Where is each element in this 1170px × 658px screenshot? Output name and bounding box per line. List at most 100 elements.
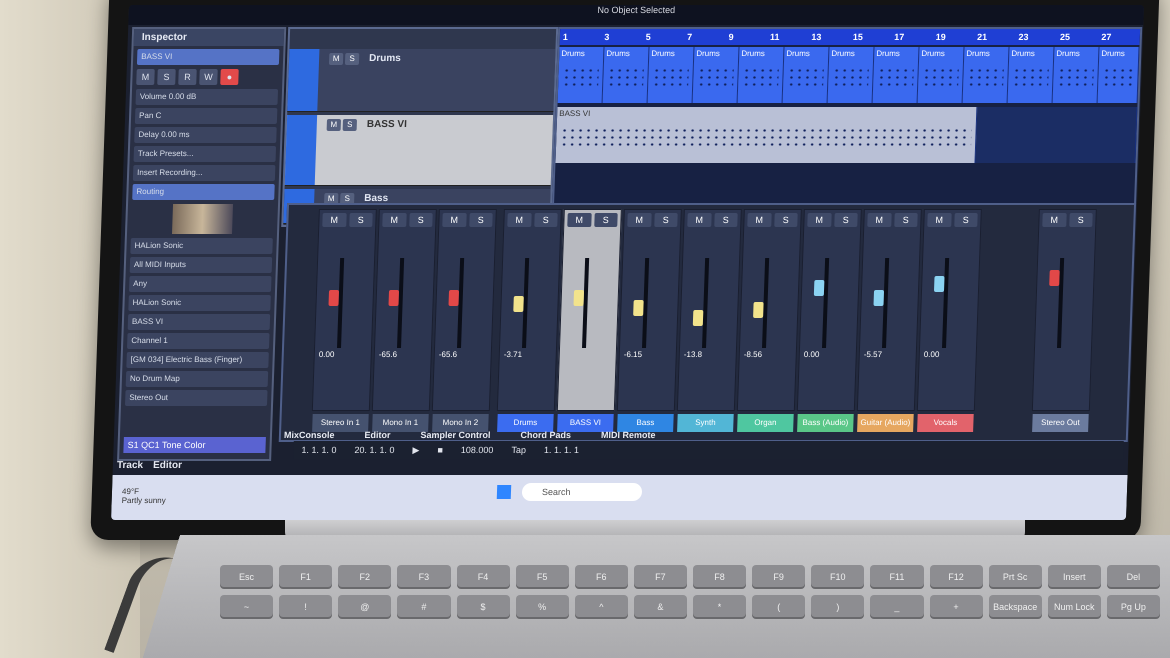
- key[interactable]: F1: [279, 565, 333, 589]
- weather-widget[interactable]: 49°F Partly sunny: [122, 487, 167, 505]
- key[interactable]: F12: [929, 565, 983, 589]
- windows-start-icon[interactable]: [496, 485, 512, 499]
- solo-button[interactable]: S: [893, 213, 918, 227]
- solo-button[interactable]: S: [653, 213, 678, 227]
- channel-strip[interactable]: MS -5.57 Guitar (Audio): [856, 209, 922, 432]
- key[interactable]: F5: [515, 565, 569, 589]
- solo-button[interactable]: S: [157, 69, 176, 85]
- fader-handle[interactable]: [328, 290, 340, 306]
- stop-icon[interactable]: ■: [437, 445, 443, 455]
- mute-button[interactable]: M: [507, 213, 532, 227]
- fader-handle[interactable]: [513, 296, 524, 312]
- key[interactable]: (: [752, 595, 806, 619]
- drums-part[interactable]: Drums: [647, 47, 695, 103]
- play-icon[interactable]: ▶: [412, 445, 419, 456]
- key[interactable]: F10: [811, 565, 865, 589]
- timeline-ruler[interactable]: 1 3 5 7 9 11 13 15 17 19 21 23 25 27: [559, 29, 1141, 45]
- key[interactable]: Esc: [220, 565, 274, 589]
- channel-strip[interactable]: MS 0.00 Bass (Audio): [796, 209, 862, 432]
- tab-editor[interactable]: Editor: [153, 460, 182, 471]
- mute-button[interactable]: M: [382, 213, 407, 227]
- master-strip[interactable]: MS Stereo Out: [1031, 209, 1097, 432]
- key[interactable]: F2: [338, 565, 392, 589]
- key[interactable]: Pg Up: [1106, 595, 1160, 619]
- output-select[interactable]: Stereo Out: [124, 390, 268, 406]
- key[interactable]: F6: [574, 565, 628, 589]
- fader-handle[interactable]: [753, 302, 764, 318]
- solo-button[interactable]: S: [1068, 213, 1093, 227]
- key[interactable]: *: [693, 595, 747, 619]
- channel-strip[interactable]: MS -13.8 Synth: [676, 209, 742, 432]
- left-locator[interactable]: 1. 1. 1. 0: [301, 445, 336, 455]
- tone-color-bar[interactable]: S1 QC1 Tone Color: [123, 437, 266, 453]
- key[interactable]: @: [338, 595, 392, 619]
- solo-button[interactable]: S: [833, 213, 858, 227]
- tap-button[interactable]: Tap: [511, 445, 526, 455]
- delay-row[interactable]: Delay 0.00 ms: [134, 127, 277, 143]
- fader-handle[interactable]: [388, 290, 400, 306]
- key[interactable]: F7: [633, 565, 687, 589]
- drums-part[interactable]: Drums: [737, 47, 785, 103]
- solo-button[interactable]: S: [342, 119, 358, 131]
- tab-editor[interactable]: Editor: [364, 430, 390, 440]
- drums-part[interactable]: Drums: [1097, 47, 1140, 103]
- solo-button[interactable]: S: [773, 213, 798, 227]
- track-row[interactable]: MS BASS VI: [284, 115, 554, 186]
- channel-select[interactable]: Channel 1: [126, 333, 270, 349]
- channel-strip[interactable]: MS -6.15 Bass: [616, 209, 682, 432]
- mute-button[interactable]: M: [322, 213, 347, 227]
- pan-row[interactable]: Pan C: [134, 108, 278, 124]
- key[interactable]: %: [515, 595, 569, 619]
- drums-part[interactable]: Drums: [557, 47, 605, 103]
- mute-button[interactable]: M: [136, 69, 155, 85]
- key[interactable]: ^: [574, 595, 628, 619]
- fader-handle[interactable]: [448, 290, 460, 306]
- drums-part[interactable]: Drums: [692, 47, 740, 103]
- right-locator[interactable]: 20. 1. 1. 0: [354, 445, 394, 455]
- record-enable-button[interactable]: ●: [220, 69, 239, 85]
- mute-button[interactable]: M: [326, 119, 342, 131]
- taskbar-search[interactable]: Search: [521, 483, 643, 501]
- bass-part[interactable]: BASS VI: [555, 107, 978, 163]
- fader-handle[interactable]: [692, 310, 704, 326]
- tab-track[interactable]: Track: [117, 460, 144, 471]
- mute-button[interactable]: M: [442, 213, 467, 227]
- fader-handle[interactable]: [873, 290, 885, 306]
- channel-strip[interactable]: MS 0.00 Vocals: [916, 209, 982, 432]
- drums-part[interactable]: Drums: [782, 47, 830, 103]
- tab-chord-pads[interactable]: Chord Pads: [520, 430, 571, 440]
- solo-button[interactable]: S: [408, 213, 433, 227]
- solo-button[interactable]: S: [344, 53, 360, 65]
- inspector-track-name[interactable]: BASS VI: [136, 49, 280, 65]
- drums-part[interactable]: Drums: [602, 47, 650, 103]
- mute-button[interactable]: M: [687, 213, 712, 227]
- mute-button[interactable]: M: [927, 213, 952, 227]
- read-button[interactable]: R: [178, 69, 197, 85]
- volume-row[interactable]: Volume 0.00 dB: [135, 89, 279, 105]
- tab-mixconsole[interactable]: MixConsole: [284, 430, 335, 440]
- fader-handle[interactable]: [1049, 270, 1060, 286]
- routing-section[interactable]: Routing: [132, 184, 275, 200]
- channel-strip[interactable]: MS 0.00 Stereo In 1: [311, 209, 377, 432]
- tab-midi-remote[interactable]: MIDI Remote: [601, 430, 656, 440]
- midi-channel-any[interactable]: Any: [128, 276, 272, 292]
- key[interactable]: $: [456, 595, 510, 619]
- preset-select[interactable]: [GM 034] Electric Bass (Finger): [126, 352, 269, 368]
- key[interactable]: F4: [456, 565, 510, 589]
- drums-part[interactable]: Drums: [917, 47, 965, 103]
- mute-button[interactable]: M: [867, 213, 892, 227]
- key[interactable]: F9: [752, 565, 806, 589]
- drum-map-select[interactable]: No Drum Map: [125, 371, 269, 387]
- solo-button[interactable]: S: [713, 213, 738, 227]
- key[interactable]: _: [870, 595, 924, 619]
- fader-handle[interactable]: [813, 280, 825, 296]
- channel-strip[interactable]: MS -65.6 Mono In 2: [431, 209, 497, 432]
- key[interactable]: +: [929, 595, 983, 619]
- key[interactable]: F8: [693, 565, 747, 589]
- key[interactable]: Del: [1106, 565, 1160, 589]
- key[interactable]: F11: [870, 565, 924, 589]
- channel-strip[interactable]: MS -65.6 Mono In 1: [371, 209, 437, 432]
- key[interactable]: Insert: [1047, 565, 1101, 589]
- mute-button[interactable]: M: [328, 53, 344, 65]
- mute-button[interactable]: M: [567, 213, 592, 227]
